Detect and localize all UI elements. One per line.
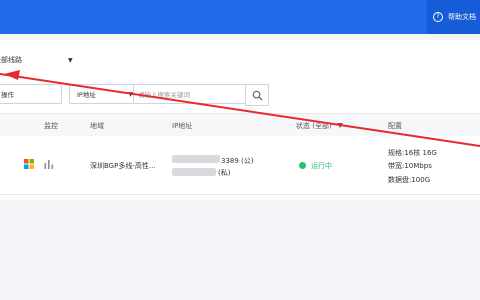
annotation-arrow — [0, 70, 480, 147]
